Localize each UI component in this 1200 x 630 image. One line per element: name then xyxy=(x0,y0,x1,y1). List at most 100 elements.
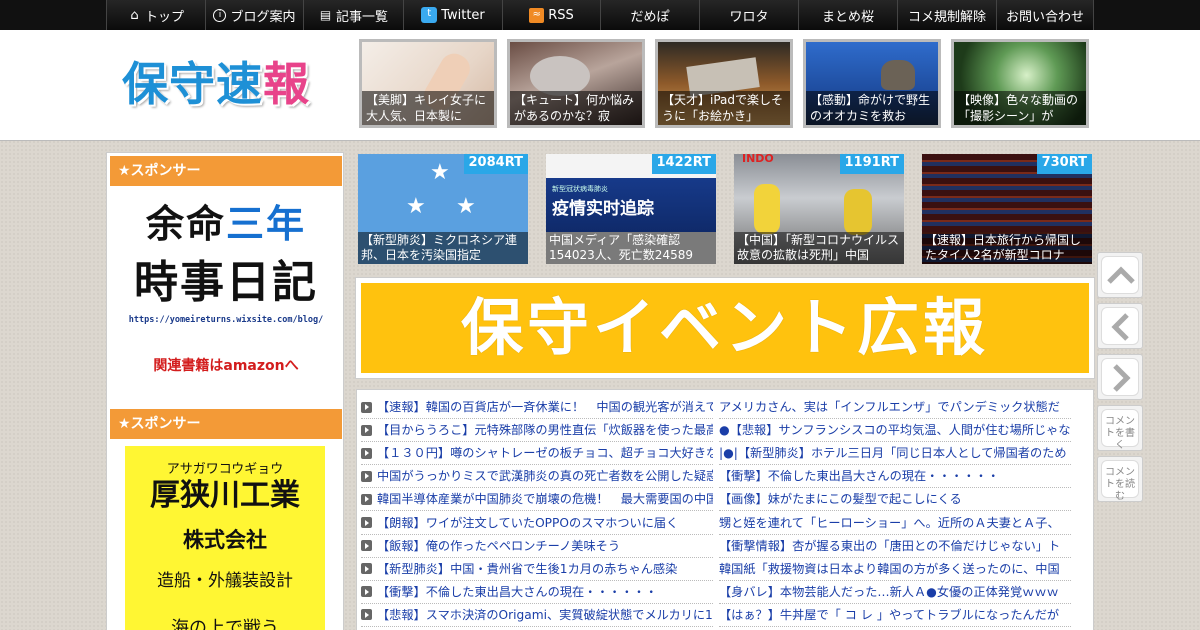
news-list-item[interactable]: アメリカさん、実は「インフルエンザ」でパンデミック状態だ xyxy=(719,396,1071,420)
news-list-item[interactable]: 【１３０円】噂のシャトレーゼの板チョコ、超チョコ大好きな xyxy=(361,442,713,466)
sponsor-ad-yomei[interactable]: 余命三年 時事日記 https://yomeireturns.wixsite.c… xyxy=(110,193,342,383)
arrow-bullet-icon xyxy=(361,586,372,598)
news-list-item[interactable]: 中国がうっかりミスで武漢肺炎の真の死亡者数を公開した疑惑 xyxy=(361,465,713,489)
news-link[interactable]: 【悲報】スマホ決済のOrigami、実質破綻状態でメルカリに1株 xyxy=(377,604,713,626)
flag-star-icon: ★ xyxy=(406,194,426,219)
arrow-bullet-icon xyxy=(361,401,372,413)
header-thumb-2[interactable]: 【キュート】何か悩みがあるのかな？寂 xyxy=(507,39,645,128)
news-list-item[interactable]: |●|【新型肺炎】ホテル三日月「同じ日本人として帰国者のため xyxy=(719,442,1071,466)
nav-comment-unblock[interactable]: コメ規制解除 xyxy=(897,0,996,30)
news-list-item[interactable]: 【はぁ？】牛丼屋で「 コ レ 」やってトラブルになったんだが xyxy=(719,604,1071,627)
nav-blog-guide[interactable]: i ブログ案内 xyxy=(205,0,303,30)
news-list-item[interactable]: 【悲報】スマホ決済のOrigami、実質破綻状態でメルカリに1株 xyxy=(361,604,713,627)
news-link[interactable]: 【１３０円】噂のシャトレーゼの板チョコ、超チョコ大好きな xyxy=(377,442,713,464)
rt-count-badge: 2084RT xyxy=(463,154,528,174)
news-link[interactable]: 韓国紙「救援物資は日本より韓国の方が多く送ったのに、中国 xyxy=(719,558,1060,580)
news-list-item[interactable]: 【画像】妹がたまにこの髪型で起こしにくる xyxy=(719,488,1071,512)
nav-article-list[interactable]: ▤ 記事一覧 xyxy=(303,0,403,30)
news-link[interactable]: アメリカさん、実は「インフルエンザ」でパンデミック状態だ xyxy=(719,396,1060,418)
nav-top[interactable]: ⌂ トップ xyxy=(106,0,205,30)
site-logo[interactable]: 保守速報 xyxy=(122,54,310,114)
news-list-item[interactable]: ●【悲報】サンフランシスコの平均気温、人間が住む場所じゃな xyxy=(719,419,1071,443)
nav-items: ⌂ トップ i ブログ案内 ▤ 記事一覧 t Twitter ≈ RSS だめぽ ワロタ … xyxy=(106,0,1094,30)
ranking-caption: 【中国】「新型コロナウイルス 故意の拡散は死刑」中国 xyxy=(734,232,904,264)
nav-twitter[interactable]: t Twitter xyxy=(403,0,502,30)
twitter-icon: t xyxy=(421,7,438,23)
news-list-item[interactable]: 【衝撃】不倫した東出昌大さんの現在・・・・・・ xyxy=(361,581,713,604)
sponsor-title-2: ★スポンサー xyxy=(110,409,342,439)
sidebar: ★スポンサー 余命三年 時事日記 https://yomeireturns.wi… xyxy=(106,152,344,630)
news-link[interactable]: 【衝撃】不倫した東出昌大さんの現在・・・・・・ xyxy=(377,581,657,603)
news-link[interactable]: 【目からうろこ】元特殊部隊の男性直伝「炊飯器を使った最高 xyxy=(377,419,713,441)
news-link[interactable]: 【はぁ？】牛丼屋で「 コ レ 」やってトラブルになったんだが xyxy=(719,604,1059,626)
list-icon: ▤ xyxy=(319,7,332,22)
news-link[interactable]: ●【悲報】サンフランシスコの平均気温、人間が住む場所じゃな xyxy=(719,419,1071,441)
ranking-item-4[interactable]: 730RT 【速報】日本旅行から帰国したタイ人2名が新型コロナ xyxy=(922,154,1092,264)
header-thumb-caption: 【天才】iPadで楽しそうに「お絵かき」 xyxy=(658,91,790,125)
news-list-item[interactable]: 【飯報】俺の作ったペペロンチーノ美味そう xyxy=(361,535,713,558)
news-list-item[interactable]: 【身バレ】本物芸能人だった…新人Ａ●女優の正体発覚ｗｗｗ xyxy=(719,581,1071,604)
sponsor-title-1: ★スポンサー xyxy=(110,156,342,186)
news-link[interactable]: 【飯報】俺の作ったペペロンチーノ美味そう xyxy=(377,535,620,557)
news-list-item[interactable]: 甥と姪を連れて「ヒーローショー」へ。近所のＡ夫妻とＡ子、 xyxy=(719,511,1071,535)
arrow-bullet-icon xyxy=(361,609,372,621)
next-article-button[interactable] xyxy=(1097,354,1143,400)
header-thumb-5[interactable]: 【映像】色々な動画の「撮影シーン」が xyxy=(951,39,1089,128)
header-thumb-caption: 【映像】色々な動画の「撮影シーン」が xyxy=(954,91,1086,125)
ranking-item-1[interactable]: ★ ★ ★ 2084RT 【新型肺炎】ミクロネシア連邦、日本を汚染国指定 xyxy=(358,154,528,264)
top-navbar: ⌂ トップ i ブログ案内 ▤ 記事一覧 t Twitter ≈ RSS だめぽ ワロタ … xyxy=(0,0,1200,30)
news-list-item[interactable]: 韓国半導体産業が中国肺炎で崩壊の危機！ 最大需要国の中国 xyxy=(361,488,713,512)
news-link[interactable]: |●|【新型肺炎】ホテル三日月「同じ日本人として帰国者のため xyxy=(719,442,1067,464)
scroll-top-button[interactable] xyxy=(1097,252,1143,298)
header-thumb-caption: 【感動】命がけで野生のオオカミを救お xyxy=(806,91,938,125)
news-list-item[interactable]: 【速報】韓国の百貨店が一斉休業に！ 中国の観光客が消えて xyxy=(361,396,713,420)
sponsor-ad-asagawa[interactable]: アサガワコウギョウ 厚狭川工業 株式会社 造船・外艤装設計 海の上で戦う xyxy=(125,446,325,630)
news-link[interactable]: 【画像】妹がたまにこの髪型で起こしにくる xyxy=(719,488,962,510)
ranking-item-2[interactable]: 新型冠状病毒肺炎 疫情实时追踪 1422RT 中国メディア「感染確認154023… xyxy=(546,154,716,264)
comment-write-button[interactable]: コメントを書く xyxy=(1097,405,1143,451)
arrow-bullet-icon xyxy=(361,563,372,575)
news-column-right: アメリカさん、実は「インフルエンザ」でパンデミック状態だ ●【悲報】サンフランシス… xyxy=(719,396,1071,627)
arrow-bullet-icon xyxy=(361,470,372,482)
nav-rss[interactable]: ≈ RSS xyxy=(502,0,600,30)
news-link[interactable]: 【身バレ】本物芸能人だった…新人Ａ●女優の正体発覚ｗｗｗ xyxy=(719,581,1059,603)
site-header: 保守速報 【美脚】キレイ女子に大人気、日本製に 【キュート】何か悩みがあるのかな… xyxy=(0,30,1200,141)
nav-damepo[interactable]: だめぽ xyxy=(600,0,699,30)
news-link[interactable]: 【衝撃】不倫した東出昌大さんの現在・・・・・・ xyxy=(719,465,999,487)
flag-star-icon: ★ xyxy=(430,160,450,185)
info-icon: i xyxy=(213,8,227,22)
news-link[interactable]: 韓国半導体産業が中国肺炎で崩壊の危機！ 最大需要国の中国 xyxy=(377,488,713,510)
nav-contact[interactable]: お問い合わせ xyxy=(996,0,1094,30)
rt-count-badge: 730RT xyxy=(1036,154,1092,174)
news-list-item[interactable]: 韓国紙「救援物資は日本より韓国の方が多く送ったのに、中国 xyxy=(719,558,1071,581)
news-link[interactable]: 【新型肺炎】中国・貴州省で生後1カ月の赤ちゃん感染 xyxy=(377,558,677,580)
header-thumb-3[interactable]: 【天才】iPadで楽しそうに「お絵かき」 xyxy=(655,39,793,128)
prev-article-button[interactable] xyxy=(1097,303,1143,349)
event-banner[interactable]: 保守イベント広報 xyxy=(355,277,1095,379)
rt-count-badge: 1191RT xyxy=(839,154,904,174)
rss-icon: ≈ xyxy=(529,7,545,23)
comment-read-button[interactable]: コメントを読む xyxy=(1097,456,1143,502)
news-list-item[interactable]: 【目からうろこ】元特殊部隊の男性直伝「炊飯器を使った最高 xyxy=(361,419,713,443)
news-link[interactable]: 【速報】韓国の百貨店が一斉休業に！ 中国の観光客が消えて xyxy=(377,396,713,418)
ranking-item-3[interactable]: INDO 1191RT 【中国】「新型コロナウイルス 故意の拡散は死刑」中国 xyxy=(734,154,904,264)
news-link[interactable]: 【衝撃情報】杏が握る東出の「唐田との不倫だけじゃない」ト xyxy=(719,535,1060,557)
flag-star-icon: ★ xyxy=(456,194,476,219)
header-thumb-1[interactable]: 【美脚】キレイ女子に大人気、日本製に xyxy=(359,39,497,128)
nav-warota[interactable]: ワロタ xyxy=(699,0,798,30)
home-icon: ⌂ xyxy=(130,7,139,23)
news-list-item[interactable]: 【朗報】ワイが注文していたOPPOのスマホついに届く xyxy=(361,511,713,535)
news-link[interactable]: 中国がうっかりミスで武漢肺炎の真の死亡者数を公開した疑惑 xyxy=(377,465,713,487)
arrow-bullet-icon xyxy=(361,540,372,552)
news-list-item[interactable]: 【衝撃】不倫した東出昌大さんの現在・・・・・・ xyxy=(719,465,1071,489)
news-list-item[interactable]: 【新型肺炎】中国・貴州省で生後1カ月の赤ちゃん感染 xyxy=(361,558,713,581)
chevron-left-icon xyxy=(1111,313,1129,341)
news-link[interactable]: 甥と姪を連れて「ヒーローショー」へ。近所のＡ夫妻とＡ子、 xyxy=(719,512,1060,534)
chevron-up-icon xyxy=(1107,266,1135,284)
news-list-item[interactable]: 【衝撃情報】杏が握る東出の「唐田との不倫だけじゃない」ト xyxy=(719,535,1071,558)
header-thumb-4[interactable]: 【感動】命がけで野生のオオカミを救お xyxy=(803,39,941,128)
header-thumb-caption: 【キュート】何か悩みがあるのかな？寂 xyxy=(510,91,642,125)
ranking-caption: 中国メディア「感染確認154023人、死亡数24589 xyxy=(546,232,716,264)
nav-matome-sakura[interactable]: まとめ桜 xyxy=(798,0,897,30)
news-link[interactable]: 【朗報】ワイが注文していたOPPOのスマホついに届く xyxy=(377,512,678,534)
